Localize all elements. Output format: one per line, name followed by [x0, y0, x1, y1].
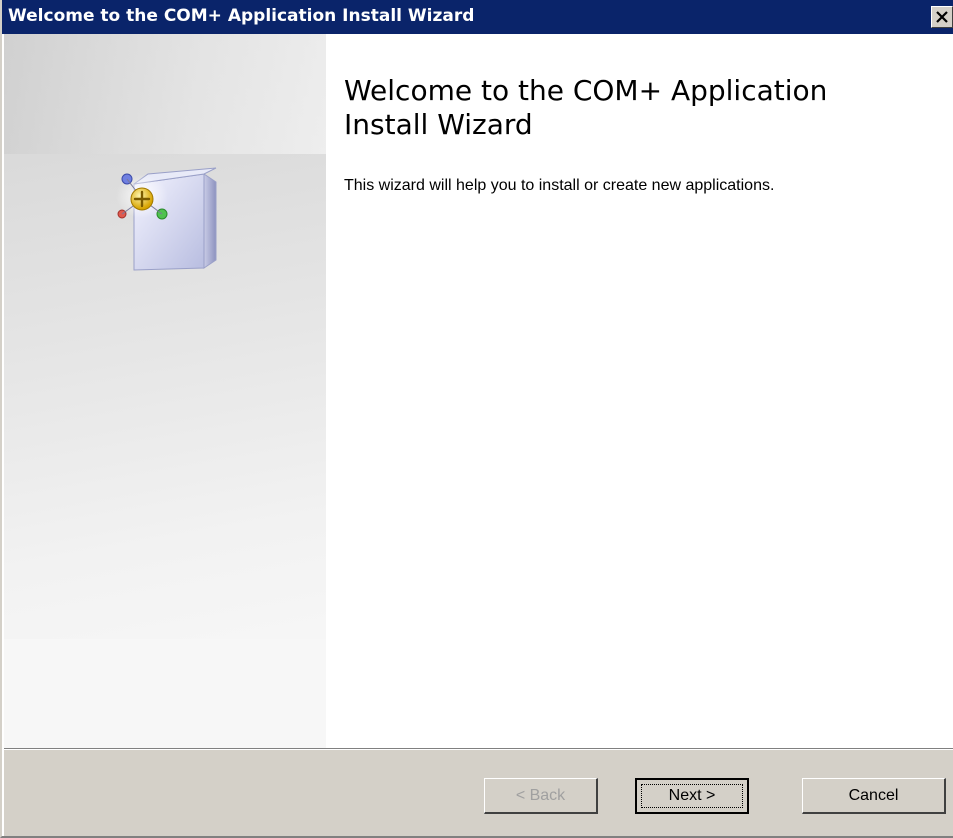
focus-rectangle	[641, 784, 743, 808]
cancel-button[interactable]: Cancel	[802, 778, 946, 814]
cancel-button-label: Cancel	[848, 786, 899, 804]
title-bar[interactable]: Welcome to the COM+ Application Install …	[2, 0, 953, 34]
back-button[interactable]: < Back	[484, 778, 598, 814]
wizard-content: Welcome to the COM+ Application Install …	[326, 34, 953, 748]
next-button[interactable]: Next >	[635, 778, 749, 814]
back-button-label: < Back	[515, 786, 566, 804]
wizard-window: Welcome to the COM+ Application Install …	[0, 0, 953, 838]
wizard-description: This wizard will help you to install or …	[344, 177, 775, 194]
button-bar: < Back Next > Cancel	[4, 750, 953, 836]
banner-footer	[4, 639, 326, 748]
com-package-icon	[116, 167, 217, 271]
wizard-heading: Welcome to the COM+ Application Install …	[344, 74, 828, 141]
wizard-side-banner	[4, 34, 326, 748]
window-title: Welcome to the COM+ Application Install …	[8, 6, 475, 26]
close-button[interactable]	[931, 6, 953, 28]
close-icon	[936, 11, 948, 23]
banner-gradient	[4, 34, 326, 154]
